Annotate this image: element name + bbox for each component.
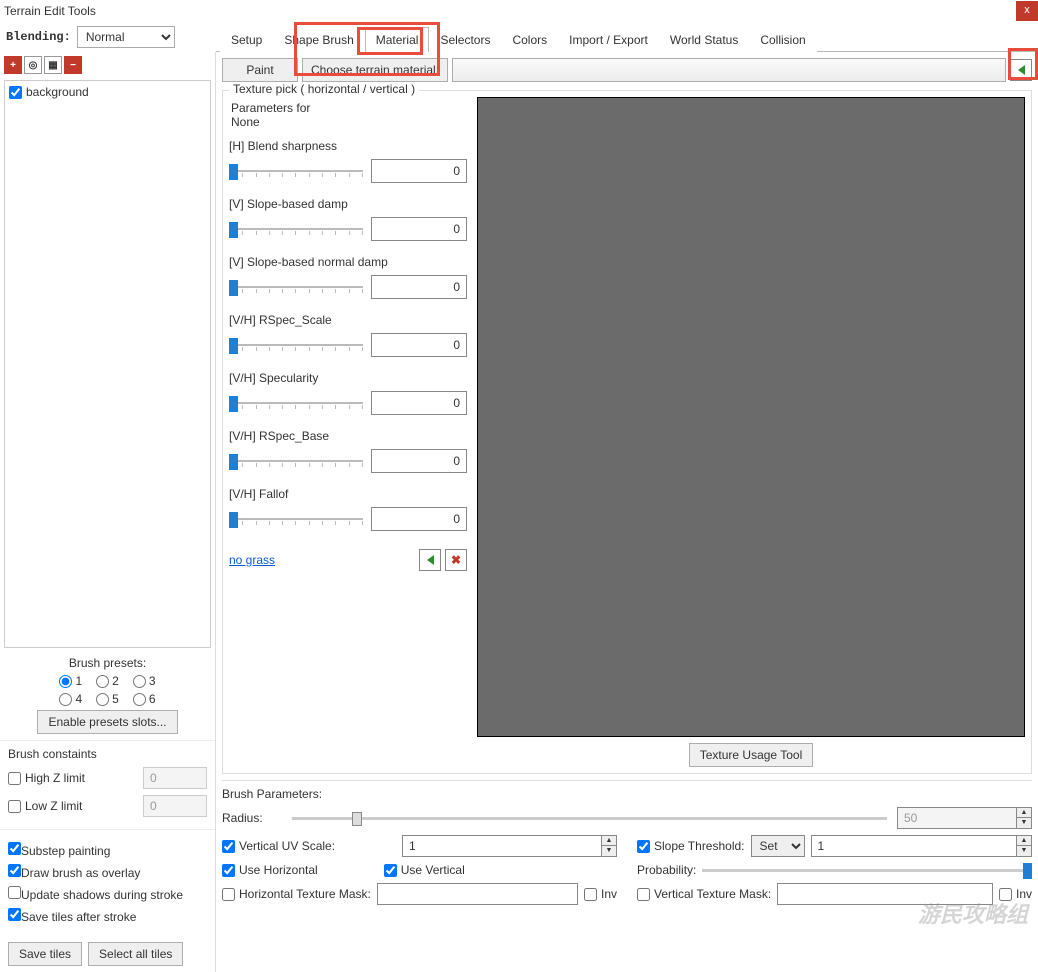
no-grass-link[interactable]: no grass bbox=[229, 553, 275, 567]
params-target: None bbox=[231, 115, 260, 129]
circle-icon[interactable]: ◎ bbox=[24, 56, 42, 74]
lowz-check[interactable]: Low Z limit bbox=[8, 799, 82, 813]
constraints-label: Brush constaints bbox=[8, 747, 207, 761]
tab-world-status[interactable]: World Status bbox=[659, 27, 749, 52]
material-field[interactable] bbox=[452, 58, 1006, 82]
choose-material-label: Choose terrain material: bbox=[302, 58, 448, 82]
probability-label: Probability: bbox=[637, 863, 696, 877]
slope-mode-select[interactable]: Set bbox=[751, 835, 805, 857]
save-tiles-button[interactable]: Save tiles bbox=[8, 942, 82, 966]
brush-params-label: Brush Parameters: bbox=[222, 787, 1032, 801]
material-apply-icon[interactable] bbox=[1010, 59, 1032, 81]
background-layer[interactable]: background bbox=[9, 85, 89, 99]
tab-setup[interactable]: Setup bbox=[220, 27, 273, 52]
param-value-6[interactable] bbox=[371, 507, 467, 531]
preset-5[interactable]: 5 bbox=[96, 692, 119, 706]
texture-usage-button[interactable]: Texture Usage Tool bbox=[689, 743, 814, 767]
params-for-label: Parameters for bbox=[231, 101, 310, 115]
preset-1[interactable]: 1 bbox=[59, 674, 82, 688]
spin-up-icon[interactable]: ▲ bbox=[1017, 808, 1031, 818]
lowz-value bbox=[143, 795, 207, 817]
param-slider-2[interactable] bbox=[229, 278, 363, 296]
texture-group-label: Texture pick ( horizontal / vertical ) bbox=[229, 82, 419, 96]
param-label-5: [V/H] RSpec_Base bbox=[229, 429, 467, 443]
spin-down-icon[interactable]: ▼ bbox=[1017, 818, 1031, 828]
param-slider-5[interactable] bbox=[229, 452, 363, 470]
param-label-3: [V/H] RSpec_Scale bbox=[229, 313, 467, 327]
preset-6[interactable]: 6 bbox=[133, 692, 156, 706]
grid-icon[interactable]: ▦ bbox=[44, 56, 62, 74]
select-all-tiles-button[interactable]: Select all tiles bbox=[88, 942, 183, 966]
param-value-4[interactable] bbox=[371, 391, 467, 415]
blending-select[interactable]: Normal bbox=[77, 26, 175, 48]
overlay-check[interactable]: Draw brush as overlay bbox=[8, 864, 207, 880]
layer-tree[interactable]: background bbox=[4, 80, 211, 648]
texture-preview bbox=[477, 97, 1025, 737]
grass-clear-icon[interactable]: ✖ bbox=[445, 549, 467, 571]
enable-presets-button[interactable]: Enable presets slots... bbox=[37, 710, 177, 734]
blending-label: Blending: bbox=[6, 30, 71, 44]
tab-shape-brush[interactable]: Shape Brush bbox=[273, 27, 364, 52]
hmask-inv-check[interactable]: Inv bbox=[584, 887, 617, 901]
paint-button[interactable]: Paint bbox=[222, 58, 298, 82]
window-title: Terrain Edit Tools bbox=[4, 4, 96, 18]
param-label-2: [V] Slope-based normal damp bbox=[229, 255, 467, 269]
param-slider-0[interactable] bbox=[229, 162, 363, 180]
param-label-4: [V/H] Specularity bbox=[229, 371, 467, 385]
param-slider-6[interactable] bbox=[229, 510, 363, 528]
param-value-0[interactable] bbox=[371, 159, 467, 183]
use-horizontal-check[interactable]: Use Horizontal bbox=[222, 863, 318, 877]
tab-colors[interactable]: Colors bbox=[501, 27, 558, 52]
add-icon[interactable]: + bbox=[4, 56, 22, 74]
probability-slider[interactable] bbox=[702, 861, 1032, 879]
slope-check[interactable]: Slope Threshold: bbox=[637, 839, 745, 853]
remove-icon[interactable]: − bbox=[64, 56, 82, 74]
param-value-5[interactable] bbox=[371, 449, 467, 473]
vmask-inv-check[interactable]: Inv bbox=[999, 887, 1032, 901]
param-slider-4[interactable] bbox=[229, 394, 363, 412]
substep-check[interactable]: Substep painting bbox=[8, 842, 207, 858]
vmask-field[interactable] bbox=[777, 883, 993, 905]
presets-label: Brush presets: bbox=[8, 656, 207, 670]
radius-value[interactable] bbox=[897, 807, 1017, 829]
vuv-check[interactable]: Vertical UV Scale: bbox=[222, 839, 335, 853]
param-label-6: [V/H] Fallof bbox=[229, 487, 467, 501]
param-value-1[interactable] bbox=[371, 217, 467, 241]
param-label-1: [V] Slope-based damp bbox=[229, 197, 467, 211]
param-slider-3[interactable] bbox=[229, 336, 363, 354]
shadows-check[interactable]: Update shadows during stroke bbox=[8, 886, 207, 902]
param-value-3[interactable] bbox=[371, 333, 467, 357]
tab-import-export[interactable]: Import / Export bbox=[558, 27, 659, 52]
param-slider-1[interactable] bbox=[229, 220, 363, 238]
tab-material[interactable]: Material bbox=[365, 27, 430, 52]
vuv-value[interactable] bbox=[402, 835, 602, 857]
hmask-check[interactable]: Horizontal Texture Mask: bbox=[222, 887, 371, 901]
preset-4[interactable]: 4 bbox=[59, 692, 82, 706]
tab-selectors[interactable]: Selectors bbox=[429, 27, 501, 52]
close-button[interactable]: x bbox=[1016, 1, 1038, 21]
vmask-check[interactable]: Vertical Texture Mask: bbox=[637, 887, 771, 901]
tab-collision[interactable]: Collision bbox=[749, 27, 816, 52]
param-value-2[interactable] bbox=[371, 275, 467, 299]
preset-3[interactable]: 3 bbox=[133, 674, 156, 688]
use-vertical-check[interactable]: Use Vertical bbox=[384, 863, 465, 877]
highz-check[interactable]: High Z limit bbox=[8, 771, 85, 785]
highz-value bbox=[143, 767, 207, 789]
savetiles-check[interactable]: Save tiles after stroke bbox=[8, 908, 207, 924]
param-label-0: [H] Blend sharpness bbox=[229, 139, 467, 153]
preset-2[interactable]: 2 bbox=[96, 674, 119, 688]
grass-prev-icon[interactable] bbox=[419, 549, 441, 571]
hmask-field[interactable] bbox=[377, 883, 578, 905]
radius-slider[interactable] bbox=[292, 809, 887, 827]
slope-value[interactable] bbox=[811, 835, 1017, 857]
radius-label: Radius: bbox=[222, 811, 282, 825]
